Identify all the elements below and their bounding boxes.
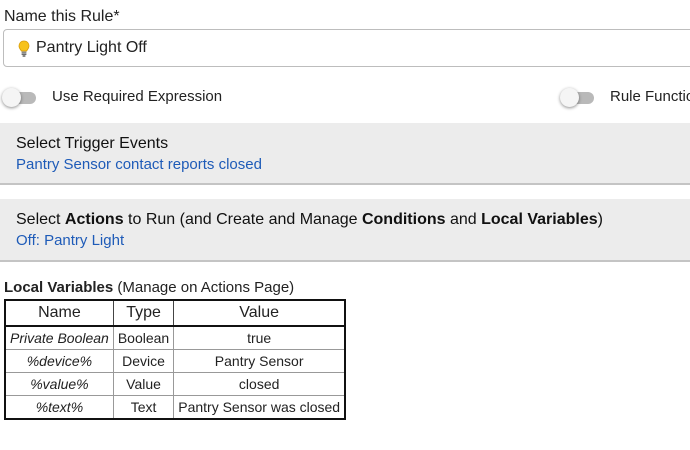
variable-type: Boolean: [112, 325, 175, 350]
actions-title: Select Actions to Run (and Create and Ma…: [16, 211, 603, 228]
rule-name-input[interactable]: Pantry Light Off: [3, 29, 690, 67]
variable-value: closed: [173, 372, 346, 396]
actions-section[interactable]: Select Actions to Run (and Create and Ma…: [0, 199, 690, 262]
trigger-events-summary[interactable]: Pantry Sensor contact reports closed: [16, 156, 690, 173]
trigger-events-section[interactable]: Select Trigger Events Pantry Sensor cont…: [0, 123, 690, 185]
variable-name: Private Boolean: [4, 325, 114, 350]
variable-name: %device%: [4, 349, 114, 373]
variable-type: Device: [112, 349, 175, 373]
table-row: %device% Device Pantry Sensor: [4, 349, 346, 373]
variable-type: Value: [112, 372, 175, 396]
rule-function-label: Rule Function: [610, 88, 690, 105]
required-expression-row: Use Required Expression: [2, 87, 223, 107]
column-header-name: Name: [4, 299, 114, 327]
rule-function-row: Rule Function: [560, 87, 690, 107]
trigger-events-title: Select Trigger Events: [16, 135, 169, 152]
rule-editor-page: Name this Rule* Pantry Light Off Use Req…: [0, 0, 690, 450]
local-variables-table: Name Type Value Private Boolean Boolean …: [4, 299, 347, 420]
required-expression-toggle[interactable]: [2, 87, 36, 107]
variable-name: %value%: [4, 372, 114, 396]
table-row: Private Boolean Boolean true: [4, 325, 346, 350]
lightbulb-icon: [18, 40, 30, 58]
rule-name-value: Pantry Light Off: [36, 39, 147, 56]
variable-name: %text%: [4, 395, 114, 420]
table-header-row: Name Type Value: [4, 299, 346, 327]
rule-name-label: Name this Rule*: [4, 8, 120, 25]
table-row: %text% Text Pantry Sensor was closed: [4, 395, 346, 420]
variable-value: Pantry Sensor was closed: [173, 395, 346, 420]
variable-type: Text: [112, 395, 175, 420]
local-variables-heading: Local Variables (Manage on Actions Page): [4, 279, 295, 296]
actions-summary[interactable]: Off: Pantry Light: [16, 232, 690, 249]
table-row: %value% Value closed: [4, 372, 346, 396]
rule-function-toggle[interactable]: [560, 87, 594, 107]
required-expression-label: Use Required Expression: [52, 88, 223, 105]
variable-value: Pantry Sensor: [173, 349, 346, 373]
column-header-value: Value: [173, 299, 346, 327]
variable-value: true: [173, 325, 346, 350]
column-header-type: Type: [112, 299, 175, 327]
